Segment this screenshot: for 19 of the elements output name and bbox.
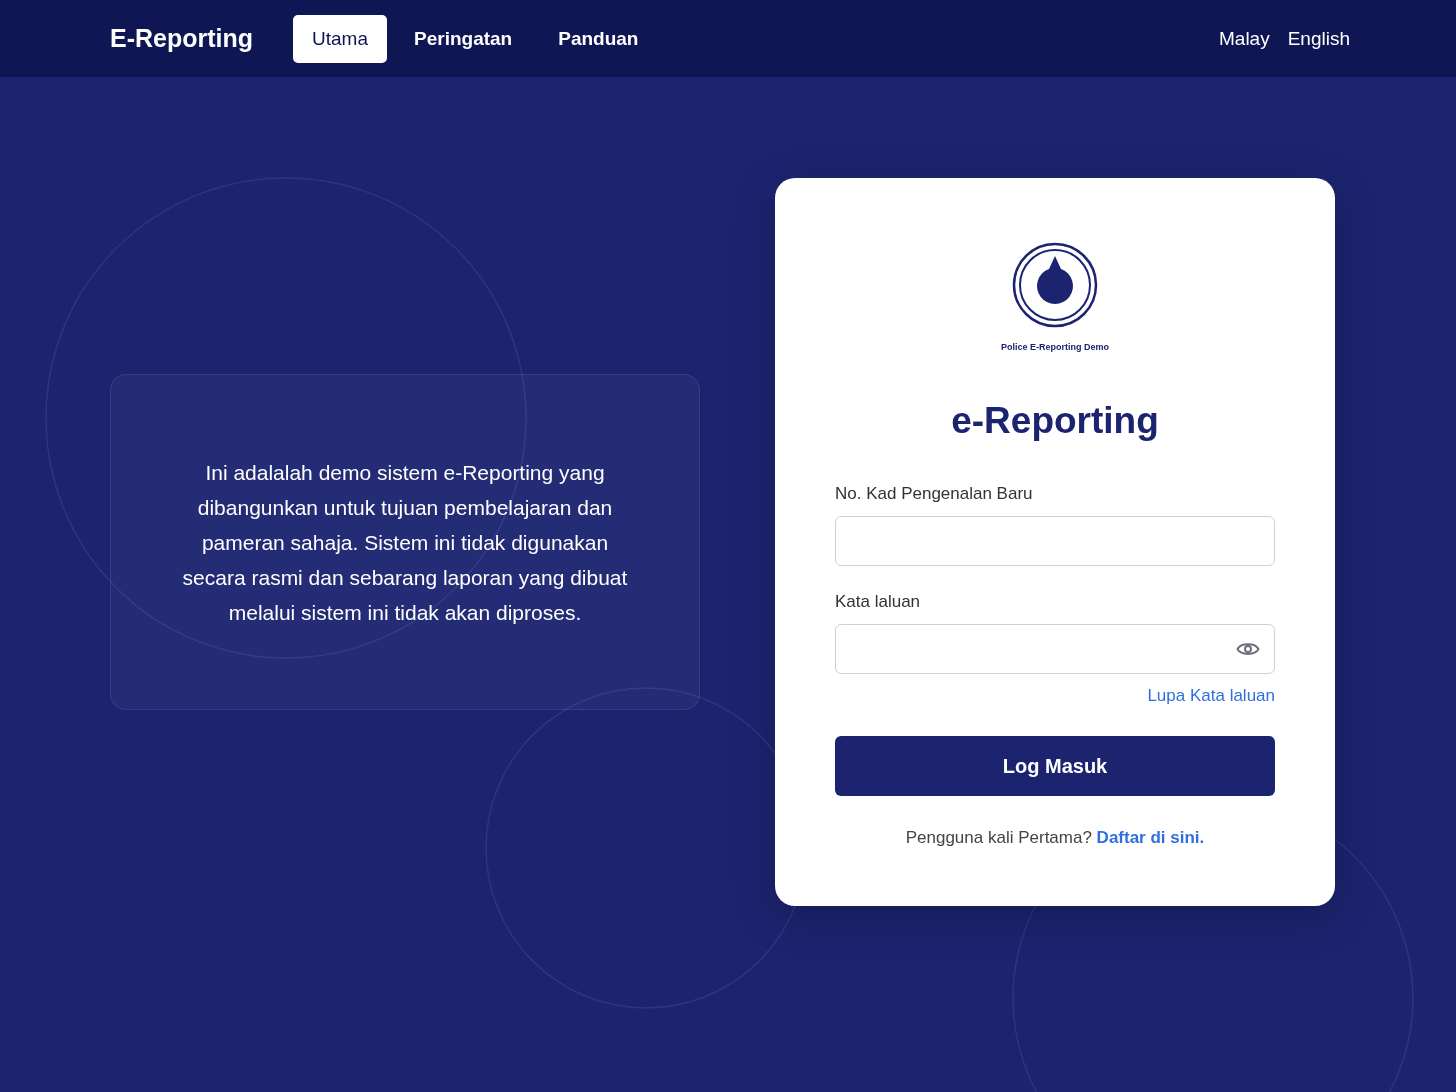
input-field[interactable] <box>835 624 1275 674</box>
logo-caption: Police E-Reporting Demo <box>1001 342 1109 352</box>
login-button[interactable]: Log Masuk <box>835 736 1275 796</box>
field-label: No. Kad Pengenalan Baru <box>835 484 1034 504</box>
nav-tab[interactable]: Panduan <box>539 14 658 63</box>
brand-title[interactable]: E-Reporting <box>110 24 254 53</box>
language-link[interactable]: English <box>1287 27 1350 50</box>
input-field[interactable] <box>835 516 1275 566</box>
field-label: Kata laluan <box>835 592 922 612</box>
nav-tab[interactable]: Utama <box>293 14 387 63</box>
login-title: e-Reporting <box>951 400 1159 442</box>
register-link[interactable]: Daftar di sini. <box>1096 828 1205 847</box>
language-link[interactable]: Malay <box>1219 27 1270 50</box>
register-prompt: Pengguna kali Pertama? Daftar di sini. <box>905 828 1205 848</box>
logo-icon <box>1012 242 1098 328</box>
info-text: Ini adalalah demo sistem e-Reporting yang dibangunkan untuk tujuan pembelajaran dan pameran sahaja. Sistem ini tidak digunakan secara rasmi dan sebarang laporan yang dibuat melalui sistem ini tidak akan diproses. <box>181 459 629 626</box>
eye-icon[interactable] <box>1236 641 1260 657</box>
forgot-password-link[interactable]: Lupa Kata laluan <box>1147 686 1275 706</box>
nav-tab[interactable]: Peringatan <box>395 14 532 63</box>
